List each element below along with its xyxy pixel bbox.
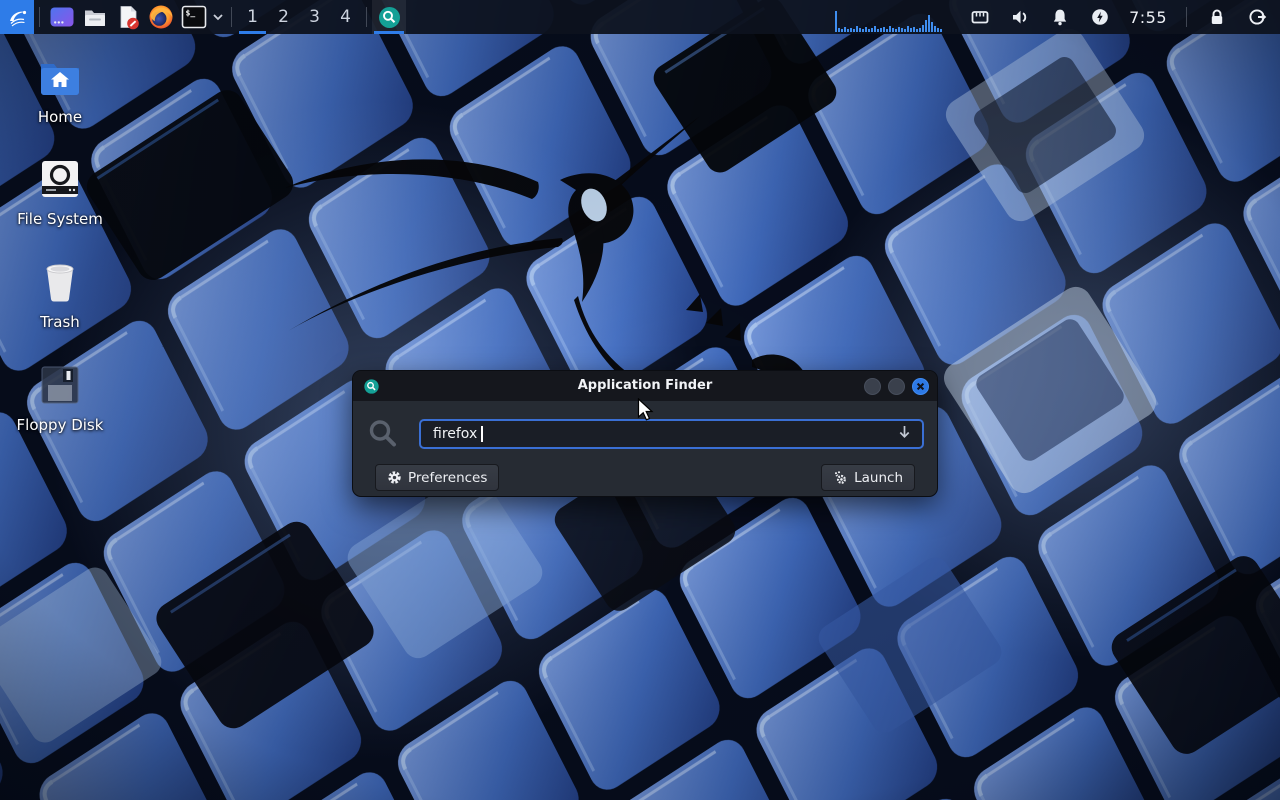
logout-icon bbox=[1247, 7, 1268, 27]
desktop-icon-label: Trash bbox=[40, 313, 80, 331]
desktop-icon-label: Floppy Disk bbox=[17, 416, 104, 434]
mouse-cursor bbox=[637, 398, 657, 422]
launcher-terminal[interactable]: $_ bbox=[177, 0, 210, 34]
launch-label: Launch bbox=[854, 470, 903, 486]
lock-screen-button[interactable] bbox=[1206, 0, 1228, 34]
launcher-show-desktop[interactable] bbox=[45, 0, 78, 34]
workspace-button-4[interactable]: 4 bbox=[330, 0, 361, 34]
home-folder-icon bbox=[37, 58, 83, 96]
launcher-file-manager[interactable] bbox=[78, 0, 111, 34]
volume-icon bbox=[1009, 7, 1031, 27]
search-input[interactable]: firefox bbox=[419, 419, 924, 449]
top-panel: $_ 1 2 3 4 bbox=[0, 0, 1280, 34]
logout-button[interactable] bbox=[1246, 0, 1268, 34]
application-finder-icon bbox=[378, 6, 401, 29]
close-icon bbox=[913, 379, 928, 394]
maximize-button[interactable] bbox=[888, 378, 905, 395]
desktop-icon-floppy-disk[interactable]: Floppy Disk bbox=[10, 364, 110, 434]
network-tray-button[interactable] bbox=[969, 0, 991, 34]
search-icon bbox=[366, 417, 400, 451]
panel-separator bbox=[39, 7, 40, 27]
workspace-label: 4 bbox=[340, 7, 351, 27]
launch-button[interactable]: Launch bbox=[821, 464, 915, 491]
volume-tray-button[interactable] bbox=[1009, 0, 1031, 34]
workspace-button-3[interactable]: 3 bbox=[299, 0, 330, 34]
close-button[interactable] bbox=[912, 378, 929, 395]
panel-separator bbox=[366, 7, 367, 27]
notifications-tray-button[interactable] bbox=[1049, 0, 1071, 34]
window-title: Application Finder bbox=[353, 371, 937, 401]
network-icon bbox=[969, 7, 991, 27]
kali-logo-icon bbox=[4, 4, 30, 30]
hard-drive-icon bbox=[40, 159, 80, 199]
power-battery-icon bbox=[1090, 7, 1110, 27]
clock-label: 7:55 bbox=[1129, 8, 1167, 27]
preferences-button[interactable]: Preferences bbox=[375, 464, 499, 491]
desktop-icon bbox=[49, 4, 75, 30]
launch-icon bbox=[833, 470, 848, 485]
desktop: $_ 1 2 3 4 bbox=[0, 0, 1280, 800]
document-icon bbox=[115, 4, 141, 30]
history-dropdown-icon[interactable] bbox=[897, 424, 912, 444]
terminal-icon: $_ bbox=[181, 4, 207, 30]
applications-menu-button[interactable] bbox=[0, 0, 34, 34]
launcher-text-editor[interactable] bbox=[111, 0, 144, 34]
desktop-icon-home[interactable]: Home bbox=[10, 56, 110, 126]
search-input-value: firefox bbox=[433, 426, 477, 442]
floppy-disk-icon bbox=[39, 364, 81, 406]
titlebar[interactable]: Application Finder bbox=[353, 371, 937, 401]
folder-icon bbox=[82, 4, 108, 30]
desktop-icon-file-system[interactable]: File System bbox=[10, 158, 110, 228]
trash-icon bbox=[41, 261, 79, 303]
panel-separator bbox=[1186, 7, 1187, 27]
window-button-application-finder[interactable] bbox=[372, 0, 406, 34]
system-tray: 7:55 bbox=[969, 0, 1268, 34]
power-manager-tray-button[interactable] bbox=[1089, 0, 1111, 34]
workspace-label: 3 bbox=[309, 7, 320, 27]
svg-text:$_: $_ bbox=[185, 9, 195, 18]
workspace-label: 2 bbox=[278, 7, 289, 27]
workspace-button-2[interactable]: 2 bbox=[268, 0, 299, 34]
chevron-down-icon bbox=[212, 11, 224, 23]
launcher-firefox[interactable] bbox=[144, 0, 177, 34]
firefox-icon bbox=[148, 4, 174, 30]
desktop-icon-label: Home bbox=[38, 108, 82, 126]
preferences-label: Preferences bbox=[408, 470, 487, 486]
workspace-label: 1 bbox=[247, 7, 258, 27]
workspace-button-1[interactable]: 1 bbox=[237, 0, 268, 34]
desktop-icon-trash[interactable]: Trash bbox=[10, 261, 110, 331]
gear-icon bbox=[387, 470, 402, 485]
terminal-dropdown-button[interactable] bbox=[210, 0, 226, 34]
text-caret bbox=[481, 426, 483, 442]
minimize-button[interactable] bbox=[864, 378, 881, 395]
lock-icon bbox=[1207, 7, 1227, 27]
panel-separator bbox=[231, 7, 232, 27]
desktop-icon-label: File System bbox=[17, 210, 103, 228]
bell-icon bbox=[1050, 7, 1070, 27]
application-finder-window: Application Finder firefox bbox=[352, 370, 938, 497]
clock[interactable]: 7:55 bbox=[1129, 0, 1167, 34]
system-load-graph bbox=[835, 2, 953, 32]
